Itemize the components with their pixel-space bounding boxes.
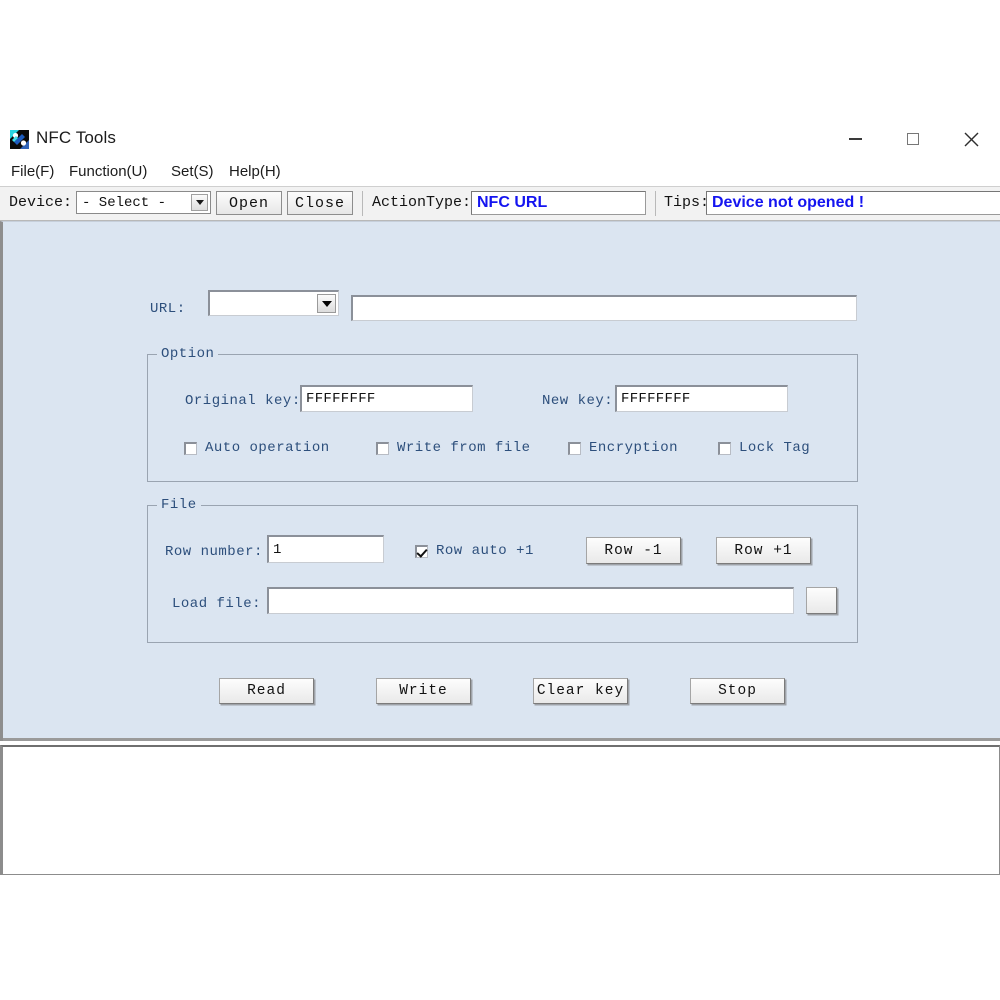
device-select-value: - Select - bbox=[82, 194, 167, 211]
checkbox-checked-icon[interactable] bbox=[415, 544, 428, 558]
url-label: URL: bbox=[150, 301, 186, 317]
checkbox-encryption[interactable]: Encryption bbox=[568, 440, 678, 456]
close-button[interactable] bbox=[942, 120, 1000, 158]
menu-item-function[interactable]: Function(U) bbox=[66, 161, 150, 182]
open-button[interactable]: Open bbox=[216, 191, 282, 215]
row-number-label: Row number: bbox=[165, 544, 263, 560]
file-group-title: File bbox=[157, 497, 201, 513]
tips-field: Device not opened ! bbox=[706, 191, 1000, 215]
tips-label: Tips: bbox=[664, 194, 710, 211]
browse-file-button[interactable] bbox=[806, 587, 837, 614]
menu-bar: File(F) Function(U) Set(S) Help(H) bbox=[0, 158, 1000, 187]
maximize-button[interactable] bbox=[884, 120, 942, 158]
menu-item-help[interactable]: Help(H) bbox=[226, 161, 284, 182]
new-key-input[interactable]: FFFFFFFF bbox=[615, 385, 788, 412]
chevron-down-icon[interactable] bbox=[317, 294, 336, 313]
device-label: Device: bbox=[9, 194, 73, 211]
write-button[interactable]: Write bbox=[376, 678, 471, 704]
checkbox-icon[interactable] bbox=[568, 441, 581, 455]
chevron-down-icon[interactable] bbox=[191, 194, 208, 211]
clear-key-button[interactable]: Clear key bbox=[533, 678, 628, 704]
main-panel: URL: Option Original key: FFFFFFFF New k… bbox=[0, 221, 1000, 741]
actiontype-label: ActionType: bbox=[372, 194, 472, 211]
checkbox-write-from-file-label: Write from file bbox=[397, 440, 531, 456]
toolbar-divider-2 bbox=[655, 191, 656, 216]
row-minus-button[interactable]: Row -1 bbox=[586, 537, 681, 564]
actiontype-value: NFC URL bbox=[477, 194, 548, 211]
menu-item-file[interactable]: File(F) bbox=[8, 161, 57, 182]
option-group-title: Option bbox=[157, 346, 219, 362]
menu-item-set[interactable]: Set(S) bbox=[168, 161, 217, 182]
row-number-value: 1 bbox=[273, 541, 282, 558]
option-group: Option Original key: FFFFFFFF New key: F… bbox=[147, 346, 858, 482]
url-input[interactable] bbox=[351, 295, 857, 321]
nfc-tools-logo-icon bbox=[10, 130, 29, 149]
minimize-button[interactable] bbox=[826, 120, 884, 158]
file-group: File Row number: 1 Row auto +1 Row -1 Ro… bbox=[147, 497, 858, 643]
checkbox-lock-tag[interactable]: Lock Tag bbox=[718, 440, 810, 456]
checkbox-icon[interactable] bbox=[718, 441, 731, 455]
toolbar: Device: - Select - Open Close ActionType… bbox=[0, 187, 1000, 221]
device-select[interactable]: - Select - bbox=[76, 191, 211, 214]
window-controls bbox=[826, 120, 1000, 158]
read-button[interactable]: Read bbox=[219, 678, 314, 704]
original-key-value: FFFFFFFF bbox=[306, 391, 376, 407]
actiontype-field: NFC URL bbox=[471, 191, 646, 215]
load-file-label: Load file: bbox=[172, 596, 262, 612]
tips-value: Device not opened ! bbox=[712, 194, 865, 211]
checkbox-icon[interactable] bbox=[376, 441, 389, 455]
checkbox-row-auto-label: Row auto +1 bbox=[436, 543, 534, 559]
checkbox-encryption-label: Encryption bbox=[589, 440, 679, 456]
stop-button[interactable]: Stop bbox=[690, 678, 785, 704]
checkbox-write-from-file[interactable]: Write from file bbox=[376, 440, 531, 456]
checkbox-lock-tag-label: Lock Tag bbox=[739, 440, 811, 456]
url-combo[interactable] bbox=[208, 290, 339, 316]
new-key-label: New key: bbox=[542, 393, 614, 409]
nfc-tools-window: NFC Tools File(F) Function(U) Set(S) Hel… bbox=[0, 0, 1000, 1000]
title-bar: NFC Tools bbox=[0, 120, 1000, 158]
checkbox-icon[interactable] bbox=[184, 441, 197, 455]
checkbox-auto-operation-label: Auto operation bbox=[205, 440, 330, 456]
checkbox-auto-operation[interactable]: Auto operation bbox=[184, 440, 330, 456]
log-output-panel[interactable] bbox=[0, 745, 1000, 875]
row-number-input[interactable]: 1 bbox=[267, 535, 384, 563]
close-device-button[interactable]: Close bbox=[287, 191, 353, 215]
checkbox-row-auto[interactable]: Row auto +1 bbox=[415, 543, 534, 559]
log-output-text bbox=[3, 747, 999, 755]
toolbar-divider-1 bbox=[362, 191, 363, 216]
original-key-label: Original key: bbox=[185, 393, 301, 409]
window-title: NFC Tools bbox=[36, 128, 116, 147]
load-file-input[interactable] bbox=[267, 587, 794, 614]
original-key-input[interactable]: FFFFFFFF bbox=[300, 385, 473, 412]
new-key-value: FFFFFFFF bbox=[621, 391, 691, 407]
row-plus-button[interactable]: Row +1 bbox=[716, 537, 811, 564]
